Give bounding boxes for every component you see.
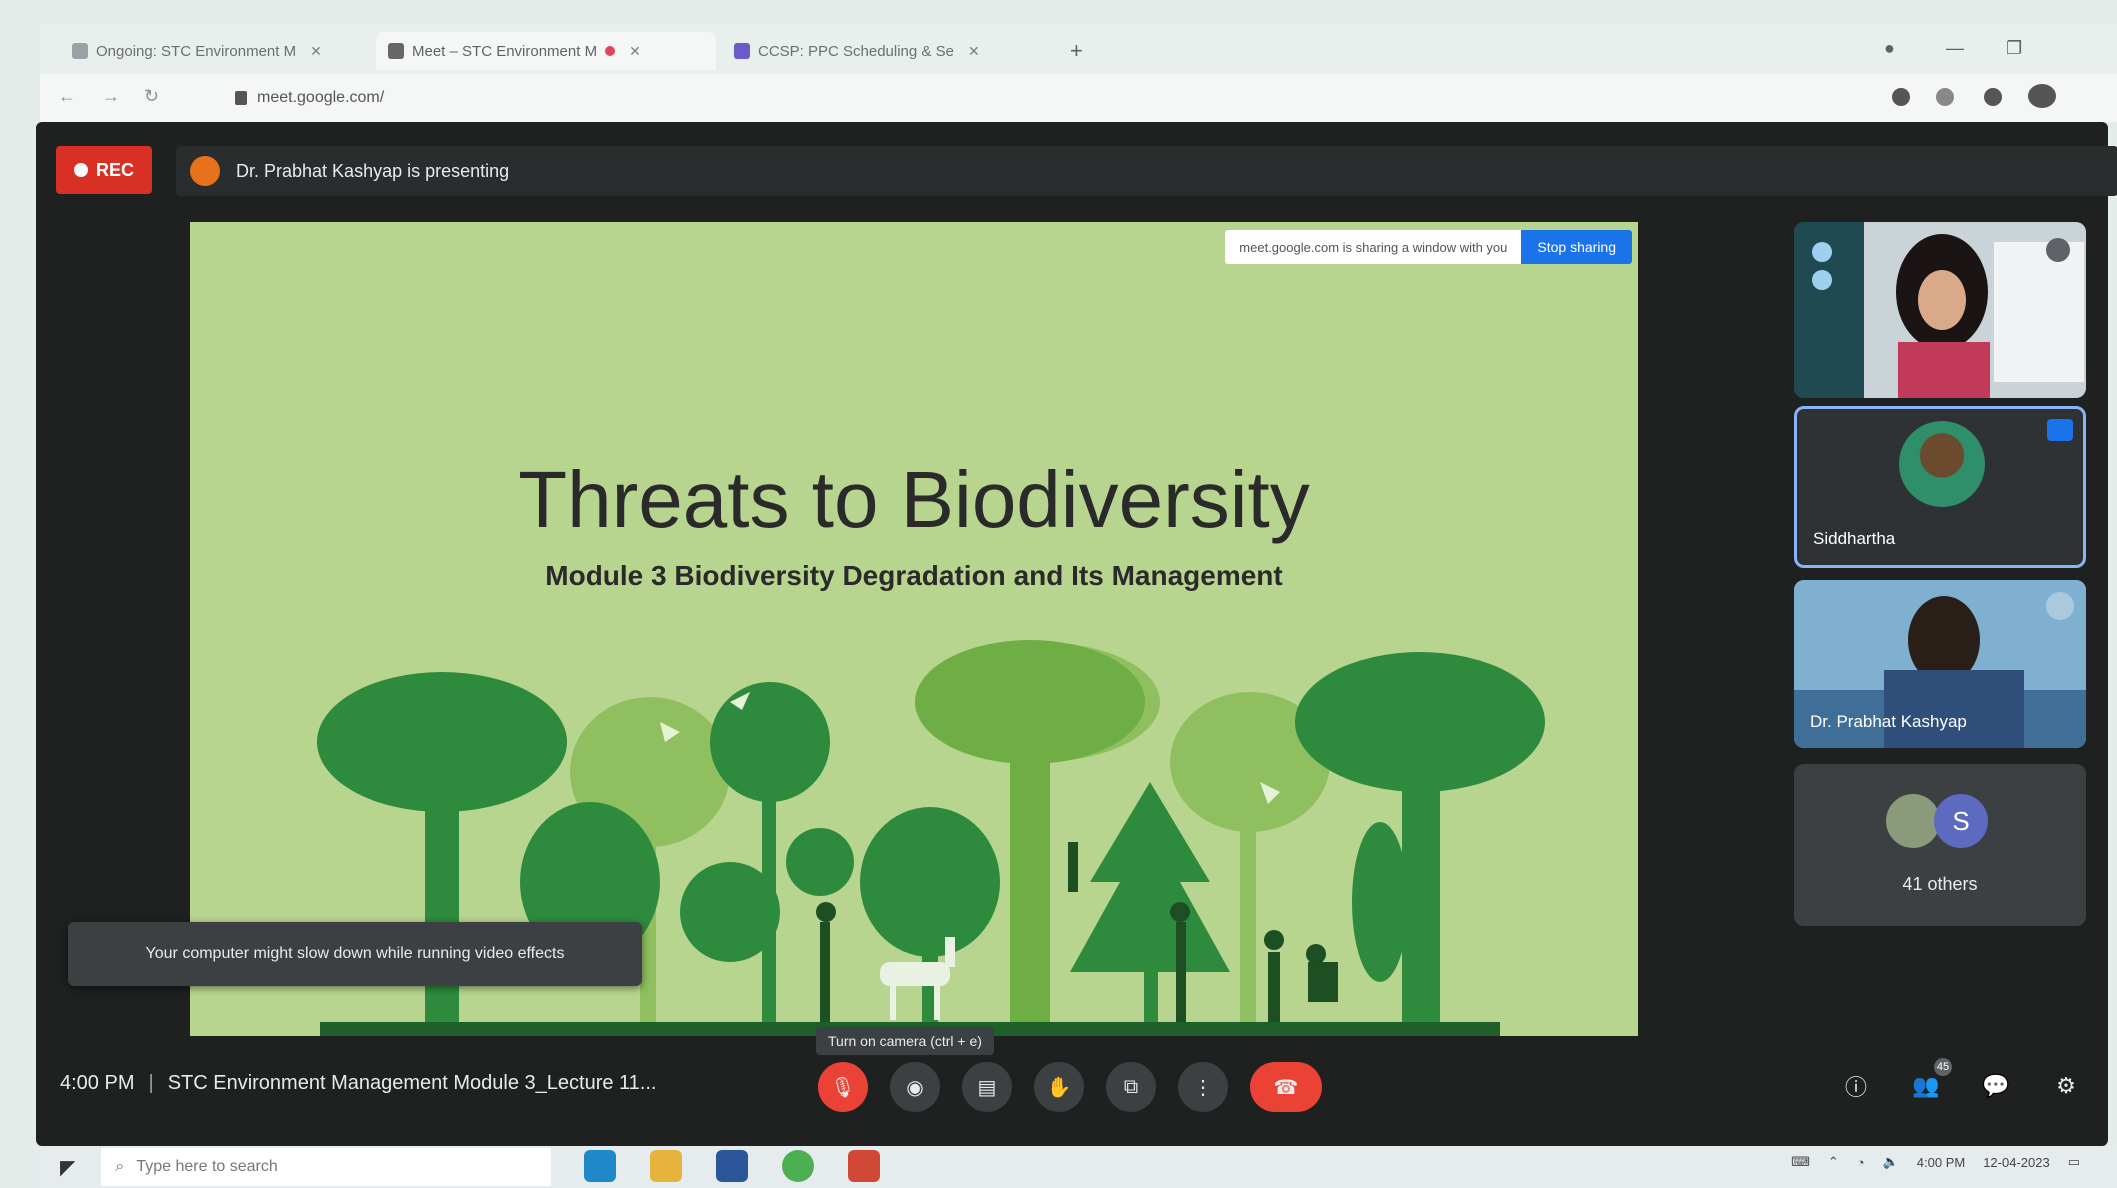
calendar-icon (734, 43, 750, 59)
sharing-message: meet.google.com is sharing a window with… (1239, 239, 1508, 255)
network-icon[interactable]: ◔ (1857, 1155, 1865, 1170)
participant-name: Siddhartha (1813, 529, 1896, 548)
clock-date[interactable]: 12-04-2023 (1983, 1155, 2050, 1170)
forward-icon[interactable]: → (102, 86, 120, 107)
minimize-icon[interactable]: — (1946, 38, 1964, 59)
app-icon[interactable] (848, 1150, 880, 1182)
others-count: 41 others (1902, 874, 1978, 894)
meeting-details-button[interactable]: ⓘ (1838, 1068, 1874, 1104)
sharing-banner: meet.google.com is sharing a window with… (1225, 230, 1632, 264)
url-text: meet.google.com/ (257, 89, 385, 106)
participant-name: Dr. Prabhat Kashyap (1810, 712, 1967, 731)
presenting-banner: Dr. Prabhat Kashyap is presenting (176, 146, 2117, 196)
slide-title: Threats to Biodiversity (518, 455, 1310, 544)
extensions-icon[interactable] (1984, 88, 2002, 106)
close-icon[interactable]: ✕ (310, 43, 322, 60)
record-icon (73, 163, 88, 177)
clock-time[interactable]: 4:00 PM (1917, 1155, 1965, 1170)
store-icon[interactable] (716, 1150, 748, 1182)
bookmark-icon[interactable] (1936, 88, 1954, 106)
taskbar-search[interactable]: ⌕ Type here to search (101, 1148, 552, 1186)
back-icon[interactable]: ← (58, 86, 76, 107)
divider: | (148, 1072, 154, 1094)
avatar: S (1934, 794, 1988, 848)
recording-badge: REC (56, 146, 152, 194)
shared-slide: meet.google.com is sharing a window with… (190, 222, 1638, 1036)
browser-tab-calendar[interactable]: CCSP: PPC Scheduling & Se ✕ (722, 32, 1052, 70)
people-count-badge: 45 (1934, 1058, 1952, 1076)
lock-icon (235, 91, 247, 105)
keyboard-icon[interactable]: ⌨ (1791, 1154, 1810, 1170)
url-field[interactable]: meet.google.com/ (235, 84, 384, 112)
volume-icon[interactable]: 🔈 (1883, 1154, 1899, 1170)
chrome-icon[interactable] (782, 1150, 814, 1182)
meet-icon (388, 43, 404, 59)
chevron-up-icon[interactable]: ⌃ (1828, 1154, 1839, 1170)
search-placeholder: Type here to search (136, 1158, 278, 1175)
call-controls: 🎙 ◉ ▤ ✋ ⧉ ⋮ ☎ (818, 1062, 1322, 1112)
participant-tile-presenter-video[interactable] (1794, 222, 2086, 398)
new-tab-icon[interactable]: + (1070, 38, 1083, 64)
taskbar-apps (584, 1150, 880, 1182)
video-effects-toast: Your computer might slow down while runn… (68, 922, 642, 986)
address-bar: ← → ↻ meet.google.com/ (40, 74, 2117, 122)
avatar (1899, 421, 1985, 507)
participant-tile-prabhat-kashyap[interactable]: Dr. Prabhat Kashyap (1794, 580, 2086, 748)
browser-tab-drive[interactable]: Ongoing: STC Environment M ✕ (60, 32, 370, 70)
close-icon[interactable]: ✕ (629, 43, 641, 60)
camera-indicator-icon[interactable] (1892, 88, 1910, 106)
tab-label: Ongoing: STC Environment M (96, 42, 297, 60)
end-call-button[interactable]: ☎ (1250, 1062, 1322, 1112)
mic-muted-icon (2046, 592, 2074, 620)
search-icon: ⌕ (115, 1158, 125, 1175)
people-button[interactable]: 👥 45 (1908, 1058, 1952, 1104)
rec-label: REC (95, 159, 134, 180)
presenter-avatar (190, 156, 220, 186)
more-options-button[interactable]: ⋮ (1178, 1062, 1228, 1112)
close-icon[interactable]: ✕ (968, 43, 980, 60)
chat-button[interactable]: 💬 (1978, 1068, 2014, 1104)
notification-icon[interactable]: ▭ (2068, 1154, 2080, 1170)
extension-profile-icon[interactable] (2028, 84, 2056, 108)
activities-button[interactable]: ⚙ (2048, 1068, 2084, 1104)
raise-hand-button[interactable]: ✋ (1034, 1062, 1084, 1112)
side-controls: ⓘ 👥 45 💬 ⚙ (1838, 1058, 2084, 1104)
slide-subtitle: Module 3 Biodiversity Degradation and It… (545, 560, 1283, 591)
system-tray: ⌨ ⌃ ◔ 🔈 4:00 PM 12-04-2023 ▭ (1791, 1154, 2080, 1170)
captions-button[interactable]: ▤ (962, 1062, 1012, 1112)
meeting-info: 4:00 PM | STC Environment Management Mod… (60, 1072, 656, 1095)
forest-illustration (317, 640, 1545, 1036)
mic-off-button[interactable]: 🎙 (818, 1062, 868, 1112)
present-button[interactable]: ⧉ (1106, 1062, 1156, 1112)
reload-icon[interactable]: ↻ (144, 86, 159, 107)
tab-label: CCSP: PPC Scheduling & Se (758, 42, 954, 60)
meet-window: REC Dr. Prabhat Kashyap is presenting me… (36, 122, 2117, 1146)
start-icon[interactable]: ◤ (60, 1155, 75, 1180)
profile-icon[interactable]: ● (1884, 38, 1895, 59)
windows-taskbar: ◤ ⌕ Type here to search ⌨ ⌃ ◔ 🔈 4:00 PM … (40, 1146, 2117, 1188)
presenting-text: Dr. Prabhat Kashyap is presenting (236, 160, 510, 181)
stop-sharing-button[interactable]: Stop sharing (1521, 230, 1632, 264)
camera-tooltip: Turn on camera (ctrl + e) (816, 1027, 994, 1055)
participant-tile-siddhartha[interactable]: Siddhartha (1794, 406, 2086, 568)
browser-tab-bar: Ongoing: STC Environment M ✕ Meet – STC … (40, 24, 2117, 74)
meeting-time: 4:00 PM (60, 1072, 135, 1094)
more-options-icon[interactable] (2046, 238, 2070, 262)
drive-icon (72, 43, 88, 59)
restore-icon[interactable]: ❐ (2006, 38, 2022, 59)
participant-video (1794, 222, 2086, 398)
file-explorer-icon[interactable] (650, 1150, 682, 1182)
participant-tile-others[interactable]: S 41 others (1794, 764, 2086, 926)
tab-label: Meet – STC Environment M (412, 42, 598, 60)
meeting-title: STC Environment Management Module 3_Lect… (167, 1072, 657, 1094)
camera-button[interactable]: ◉ (890, 1062, 940, 1112)
speaking-indicator-icon (2047, 419, 2073, 441)
avatar (1886, 794, 1940, 848)
edge-icon[interactable] (584, 1150, 616, 1182)
recording-dot-icon (605, 46, 616, 56)
browser-tab-meet[interactable]: Meet – STC Environment M ✕ (376, 32, 716, 70)
